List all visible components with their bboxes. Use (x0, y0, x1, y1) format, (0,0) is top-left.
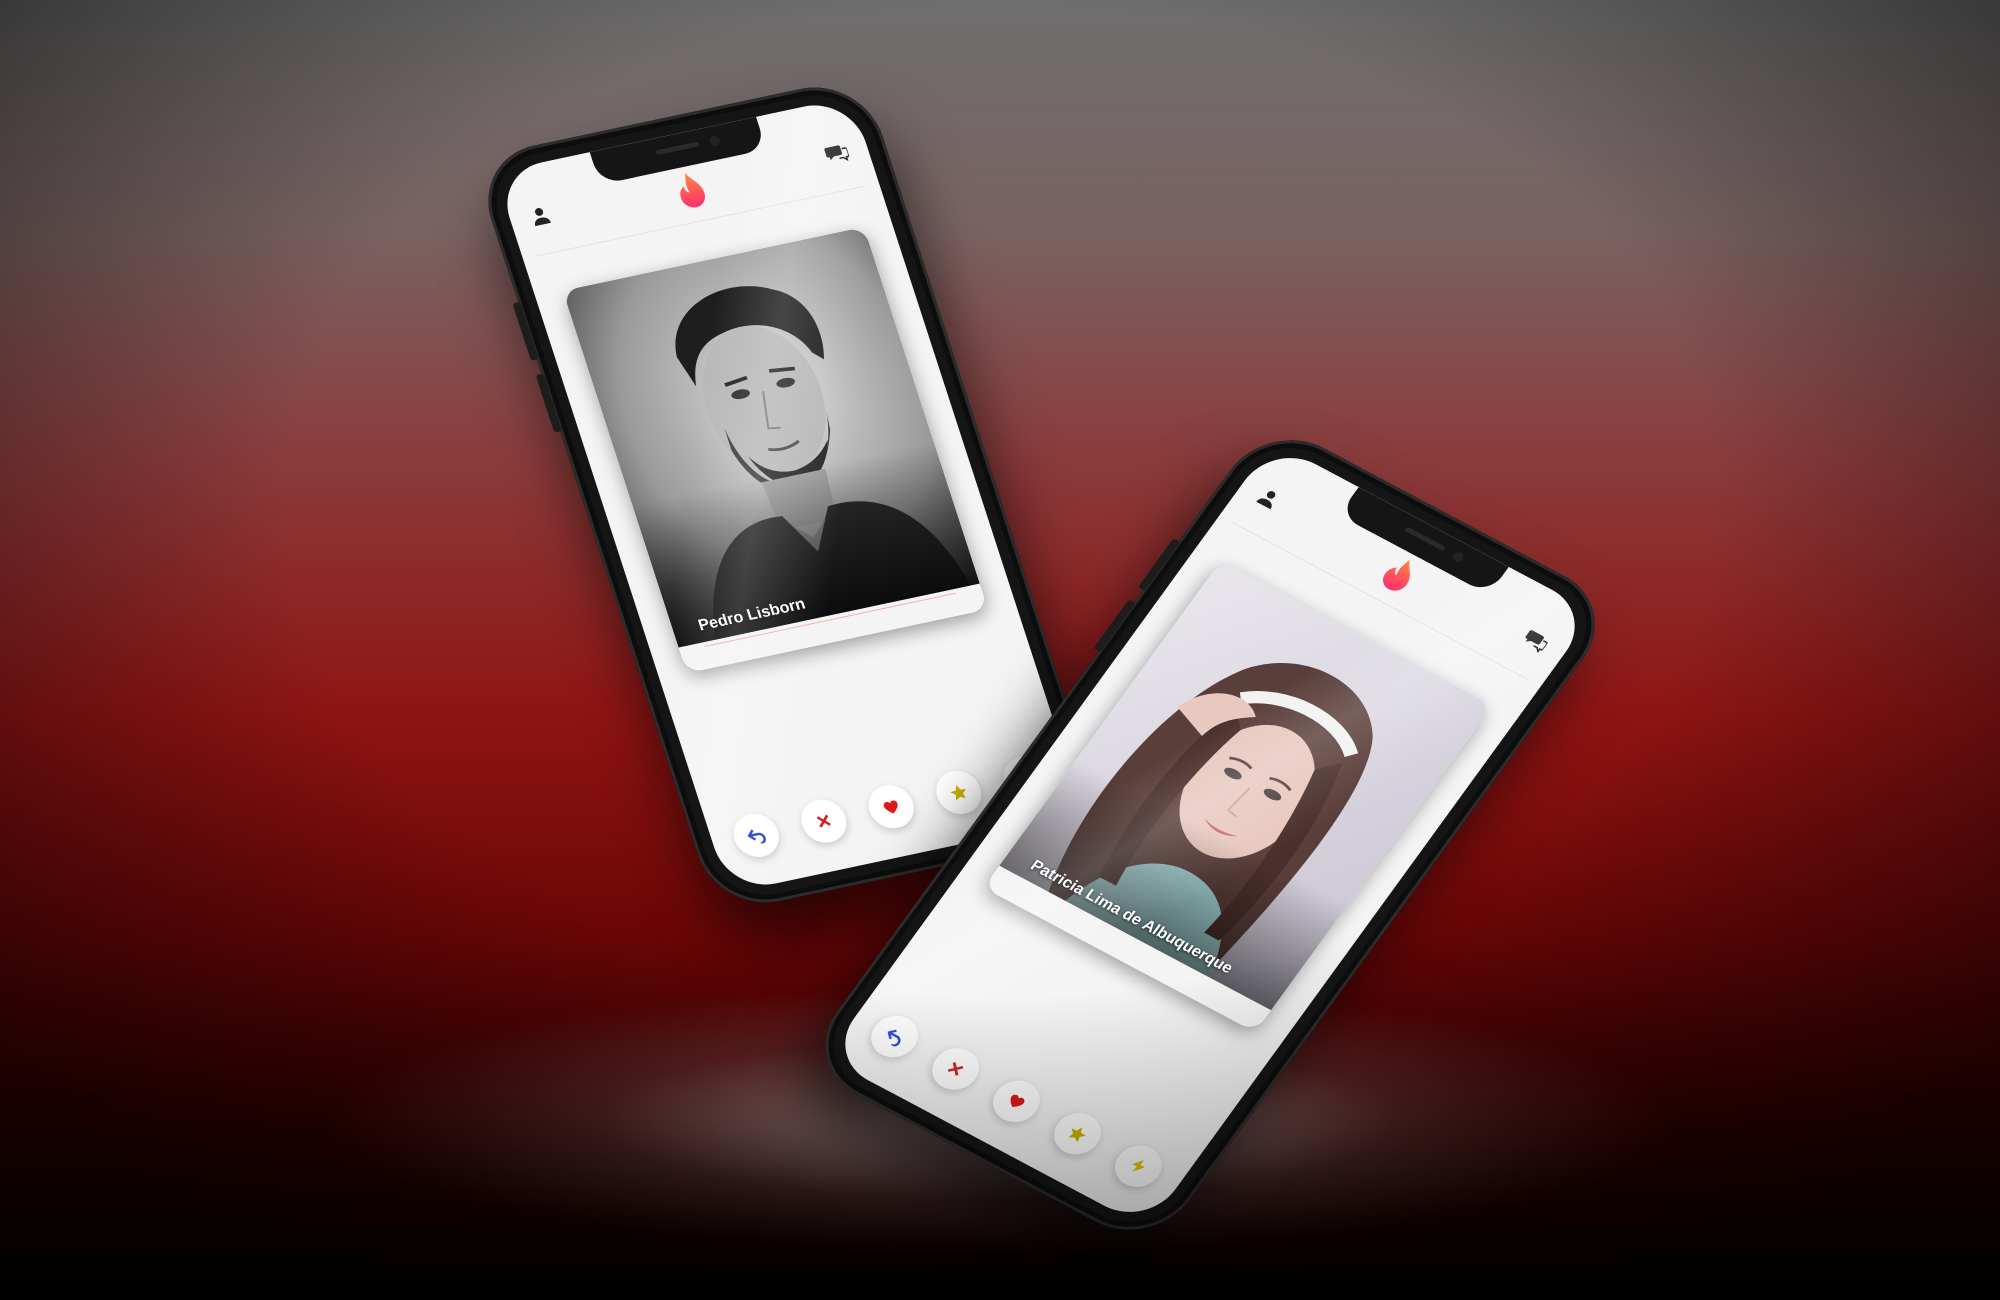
star-icon (950, 784, 966, 801)
close-icon (816, 814, 832, 828)
dislike-button[interactable] (923, 1040, 989, 1098)
undo-icon (887, 1029, 901, 1047)
profile-card[interactable]: Pedro Lisborn (562, 226, 989, 674)
user-icon[interactable] (527, 204, 553, 227)
chat-icon[interactable] (823, 141, 851, 165)
volume-up-button (512, 301, 539, 361)
lightning-icon (1131, 1159, 1145, 1172)
profile-card[interactable]: Patricia Lima de Albuquerque (983, 560, 1493, 1032)
heart-icon (1010, 1094, 1025, 1108)
speaker (655, 141, 700, 156)
undo-icon (747, 829, 767, 845)
front-camera (1451, 550, 1466, 564)
volume-down-button (535, 373, 563, 433)
front-camera (708, 135, 722, 147)
profile-photo (999, 560, 1493, 1011)
action-bar (850, 1000, 1183, 1202)
flame-icon[interactable] (668, 167, 714, 214)
undo-button[interactable] (862, 1008, 928, 1066)
star-icon (1068, 1127, 1086, 1143)
screen: Pedro Lisborn (494, 96, 1086, 894)
undo-button[interactable] (728, 809, 786, 861)
profile-photo (562, 226, 980, 648)
close-icon (948, 1062, 964, 1076)
like-button[interactable] (984, 1073, 1049, 1130)
heart-icon (883, 800, 898, 814)
like-button[interactable] (862, 781, 920, 833)
super-like-button[interactable] (930, 766, 987, 819)
dislike-button[interactable] (795, 795, 853, 847)
boost-button[interactable] (1105, 1137, 1171, 1195)
speaker (1404, 526, 1447, 552)
user-icon[interactable] (1254, 485, 1284, 511)
chat-icon[interactable] (1521, 627, 1552, 654)
super-like-button[interactable] (1044, 1105, 1110, 1162)
